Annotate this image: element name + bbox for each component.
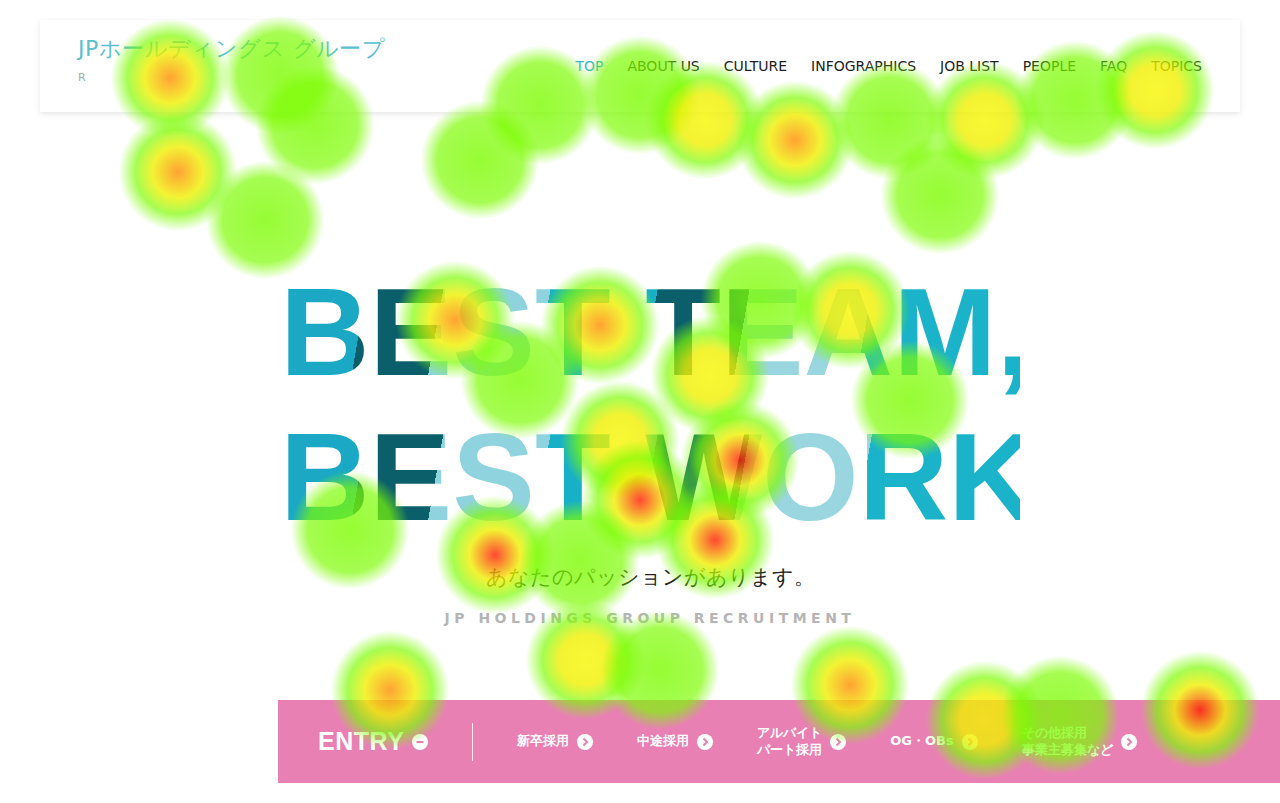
heatmap-spot xyxy=(650,315,770,435)
heatmap-spot xyxy=(118,112,238,232)
heatmap-spot xyxy=(435,495,555,615)
heatmap-spot xyxy=(395,260,515,380)
nav-item[interactable]: INFOGRAPHICS xyxy=(811,56,916,77)
hero-headline: BEST WORK. xyxy=(280,405,1020,550)
logo[interactable]: JPホールディングス グループ R xyxy=(78,36,385,87)
heatmap-spot xyxy=(110,18,230,138)
hero-subtitle: あなたのパッションがあります。 xyxy=(280,562,1020,594)
heatmap-spot xyxy=(580,35,700,155)
arrow-circle-icon xyxy=(962,734,978,750)
heatmap-spot xyxy=(580,440,700,560)
minus-circle-icon xyxy=(412,734,428,750)
heatmap-spot xyxy=(1095,30,1215,150)
entry-link[interactable]: 新卒採用 xyxy=(517,733,593,749)
nav-item[interactable]: FAQ xyxy=(1100,56,1127,77)
nav-item[interactable]: CULTURE xyxy=(724,56,787,77)
site-header: JPホールディングス グループ R TOP ABOUT US CULTURE INFOGR… xyxy=(40,20,1240,112)
heatmap-spot xyxy=(460,320,580,440)
heatmap-spot xyxy=(735,80,855,200)
entry-link-label[interactable]: アルバイト パート採用 xyxy=(757,725,822,758)
entry-link[interactable]: その他採用 事業主募集など xyxy=(1022,725,1137,758)
heatmap-spot xyxy=(880,135,1000,255)
nav-item[interactable]: TOPICS xyxy=(1151,56,1202,77)
heatmap-spot xyxy=(700,240,820,360)
heatmap-spot xyxy=(420,100,540,220)
heatmap-spot xyxy=(655,480,775,600)
entry-link-label[interactable]: 中途採用 xyxy=(637,733,689,749)
entry-link[interactable]: 中途採用 xyxy=(637,733,713,749)
heatmap-spot xyxy=(520,500,640,620)
arrow-circle-icon xyxy=(577,734,593,750)
heatmap-spot xyxy=(790,625,910,745)
entry-title[interactable]: ENTRY xyxy=(318,723,428,761)
entry-bar: ENTRY 新卒採用 中途採用 アルバイト パート採用 OG・OBs その他採用 事業主募… xyxy=(278,700,1280,783)
entry-separator xyxy=(472,723,473,761)
nav-item[interactable]: ABOUT US xyxy=(627,56,699,77)
main-nav: TOP ABOUT US CULTURE INFOGRAPHICS JOB LIST PE… xyxy=(575,36,1202,77)
hero-caption: JP HOLDINGS GROUP RECRUITMENT xyxy=(280,608,1020,629)
heatmap-spot xyxy=(330,630,450,750)
logo-text[interactable]: JPホールディングス グループ xyxy=(78,36,385,62)
heatmap-spot xyxy=(290,470,410,590)
heatmap-spot xyxy=(205,160,325,280)
entry-link-label[interactable]: 新卒採用 xyxy=(517,733,569,749)
heatmap-spot xyxy=(1015,40,1135,160)
heatmap-spot xyxy=(1000,655,1120,775)
arrow-circle-icon xyxy=(1121,734,1137,750)
heatmap-spot xyxy=(540,265,660,385)
heatmap-spot xyxy=(1140,650,1260,770)
arrow-circle-icon xyxy=(697,734,713,750)
heatmap-spot xyxy=(600,610,720,730)
heatmap-overlay xyxy=(0,0,1280,803)
heatmap-spot xyxy=(645,60,765,180)
logo-subtitle: R xyxy=(78,70,385,87)
heatmap-spot xyxy=(790,250,910,370)
entry-link[interactable]: アルバイト パート採用 xyxy=(757,725,846,758)
heatmap-spot xyxy=(925,660,1045,780)
heatmap-spot xyxy=(560,380,680,500)
heatmap-spot xyxy=(525,600,645,720)
entry-link[interactable]: OG・OBs xyxy=(890,733,977,749)
nav-item[interactable]: JOB LIST xyxy=(940,56,999,77)
heatmap-spot xyxy=(220,15,340,135)
nav-item[interactable]: TOP xyxy=(575,56,603,77)
nav-item[interactable]: PEOPLE xyxy=(1023,56,1076,77)
heatmap-spot xyxy=(850,340,970,460)
entry-link-label[interactable]: その他採用 事業主募集など xyxy=(1022,725,1113,758)
heatmap-spot xyxy=(480,45,600,165)
entry-link-label[interactable]: OG・OBs xyxy=(890,733,953,749)
heatmap-spot xyxy=(680,400,800,520)
hero-headline: BEST TEAM, xyxy=(280,260,1020,405)
arrow-circle-icon xyxy=(830,734,846,750)
heatmap-spot xyxy=(925,60,1045,180)
entry-title-text[interactable]: ENTRY xyxy=(318,723,404,761)
heatmap-spot xyxy=(830,60,950,180)
heatmap-spot xyxy=(255,65,375,185)
hero: BEST TEAM,BEST WORK. あなたのパッションがあります。 JP HO… xyxy=(280,260,1020,629)
